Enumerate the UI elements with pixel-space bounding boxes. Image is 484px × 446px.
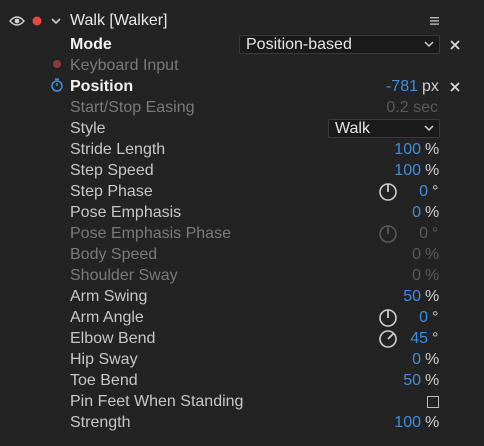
- pose-emphasis-label: Pose Emphasis: [70, 204, 182, 221]
- hamburger-menu-icon[interactable]: [430, 17, 439, 25]
- record-dot-icon[interactable]: [32, 16, 42, 26]
- pose-emphasis-value[interactable]: 0: [412, 203, 421, 223]
- pose-emphasis-phase-value: 0: [419, 225, 428, 242]
- mode-dropdown-value: Position-based: [246, 36, 352, 53]
- arm-angle-value[interactable]: 0: [419, 308, 428, 328]
- step-phase-value[interactable]: 0: [419, 182, 428, 202]
- angle-dial-icon[interactable]: [378, 308, 398, 328]
- position-unit: px: [422, 78, 439, 95]
- effect-controls-panel: Walk [Walker] Mode Position-based Keyboa…: [0, 0, 484, 446]
- shoulder-sway-value: 0: [412, 267, 421, 284]
- elbow-bend-value[interactable]: 45: [410, 329, 428, 349]
- keyframe-dot-icon[interactable]: [52, 59, 62, 69]
- pin-feet-label: Pin Feet When Standing: [70, 393, 244, 410]
- arm-swing-unit: %: [425, 288, 440, 305]
- toe-bend-value[interactable]: 50: [403, 371, 421, 391]
- mode-dropdown[interactable]: Position-based: [239, 35, 440, 54]
- eye-icon[interactable]: [9, 15, 25, 27]
- easing-value: 0.2 sec: [386, 99, 438, 116]
- step-speed-value[interactable]: 100: [394, 161, 421, 181]
- body-speed-unit: %: [425, 246, 440, 263]
- position-reset-close-icon[interactable]: [448, 80, 462, 94]
- chevron-down-icon[interactable]: [51, 17, 61, 25]
- elbow-bend-label: Elbow Bend: [70, 330, 156, 347]
- strength-value[interactable]: 100: [394, 413, 421, 433]
- step-phase-unit: °: [432, 183, 439, 200]
- stride-length-label: Stride Length: [70, 141, 166, 158]
- effect-title[interactable]: Walk [Walker]: [70, 11, 167, 31]
- dial-needle: [387, 332, 395, 340]
- toe-bend-label: Toe Bend: [70, 372, 138, 389]
- pose-emphasis-unit: %: [425, 204, 440, 221]
- chevron-down-icon: [424, 41, 434, 48]
- step-speed-label: Step Speed: [70, 162, 154, 179]
- arm-angle-label: Arm Angle: [70, 309, 144, 326]
- strength-label: Strength: [70, 414, 131, 431]
- pose-emphasis-phase-label: Pose Emphasis Phase: [70, 225, 231, 242]
- arm-swing-label: Arm Swing: [70, 288, 148, 305]
- strength-unit: %: [425, 414, 440, 431]
- hip-sway-unit: %: [425, 351, 440, 368]
- step-speed-unit: %: [425, 162, 440, 179]
- arm-swing-value[interactable]: 50: [403, 287, 421, 307]
- style-dropdown[interactable]: Walk: [328, 119, 440, 138]
- elbow-bend-unit: °: [432, 330, 439, 347]
- angle-dial-icon[interactable]: [378, 329, 398, 349]
- body-speed-value: 0: [412, 246, 421, 263]
- hip-sway-value[interactable]: 0: [412, 350, 421, 370]
- pin-feet-checkbox[interactable]: [427, 396, 439, 408]
- mode-label: Mode: [70, 36, 112, 53]
- body-speed-label: Body Speed: [70, 246, 158, 263]
- stride-length-value[interactable]: 100: [394, 140, 421, 160]
- keyboard-input-label: Keyboard Input: [70, 57, 179, 74]
- style-label: Style: [70, 120, 106, 137]
- shoulder-sway-label: Shoulder Sway: [70, 267, 178, 284]
- hip-sway-label: Hip Sway: [70, 351, 138, 368]
- chevron-down-icon: [424, 125, 434, 132]
- style-dropdown-value: Walk: [335, 120, 370, 137]
- step-phase-label: Step Phase: [70, 183, 153, 200]
- position-value[interactable]: -781: [386, 77, 418, 97]
- angle-dial-icon[interactable]: [378, 182, 398, 202]
- shoulder-sway-unit: %: [425, 267, 440, 284]
- position-label: Position: [70, 78, 134, 95]
- easing-label: Start/Stop Easing: [70, 99, 195, 116]
- angle-dial-icon: [379, 225, 397, 243]
- toe-bend-unit: %: [425, 372, 440, 389]
- stopwatch-icon[interactable]: [50, 78, 64, 92]
- pose-emphasis-phase-unit: °: [432, 225, 439, 242]
- arm-angle-unit: °: [432, 309, 439, 326]
- mode-reset-close-icon[interactable]: [448, 38, 462, 52]
- stride-length-unit: %: [425, 141, 440, 158]
